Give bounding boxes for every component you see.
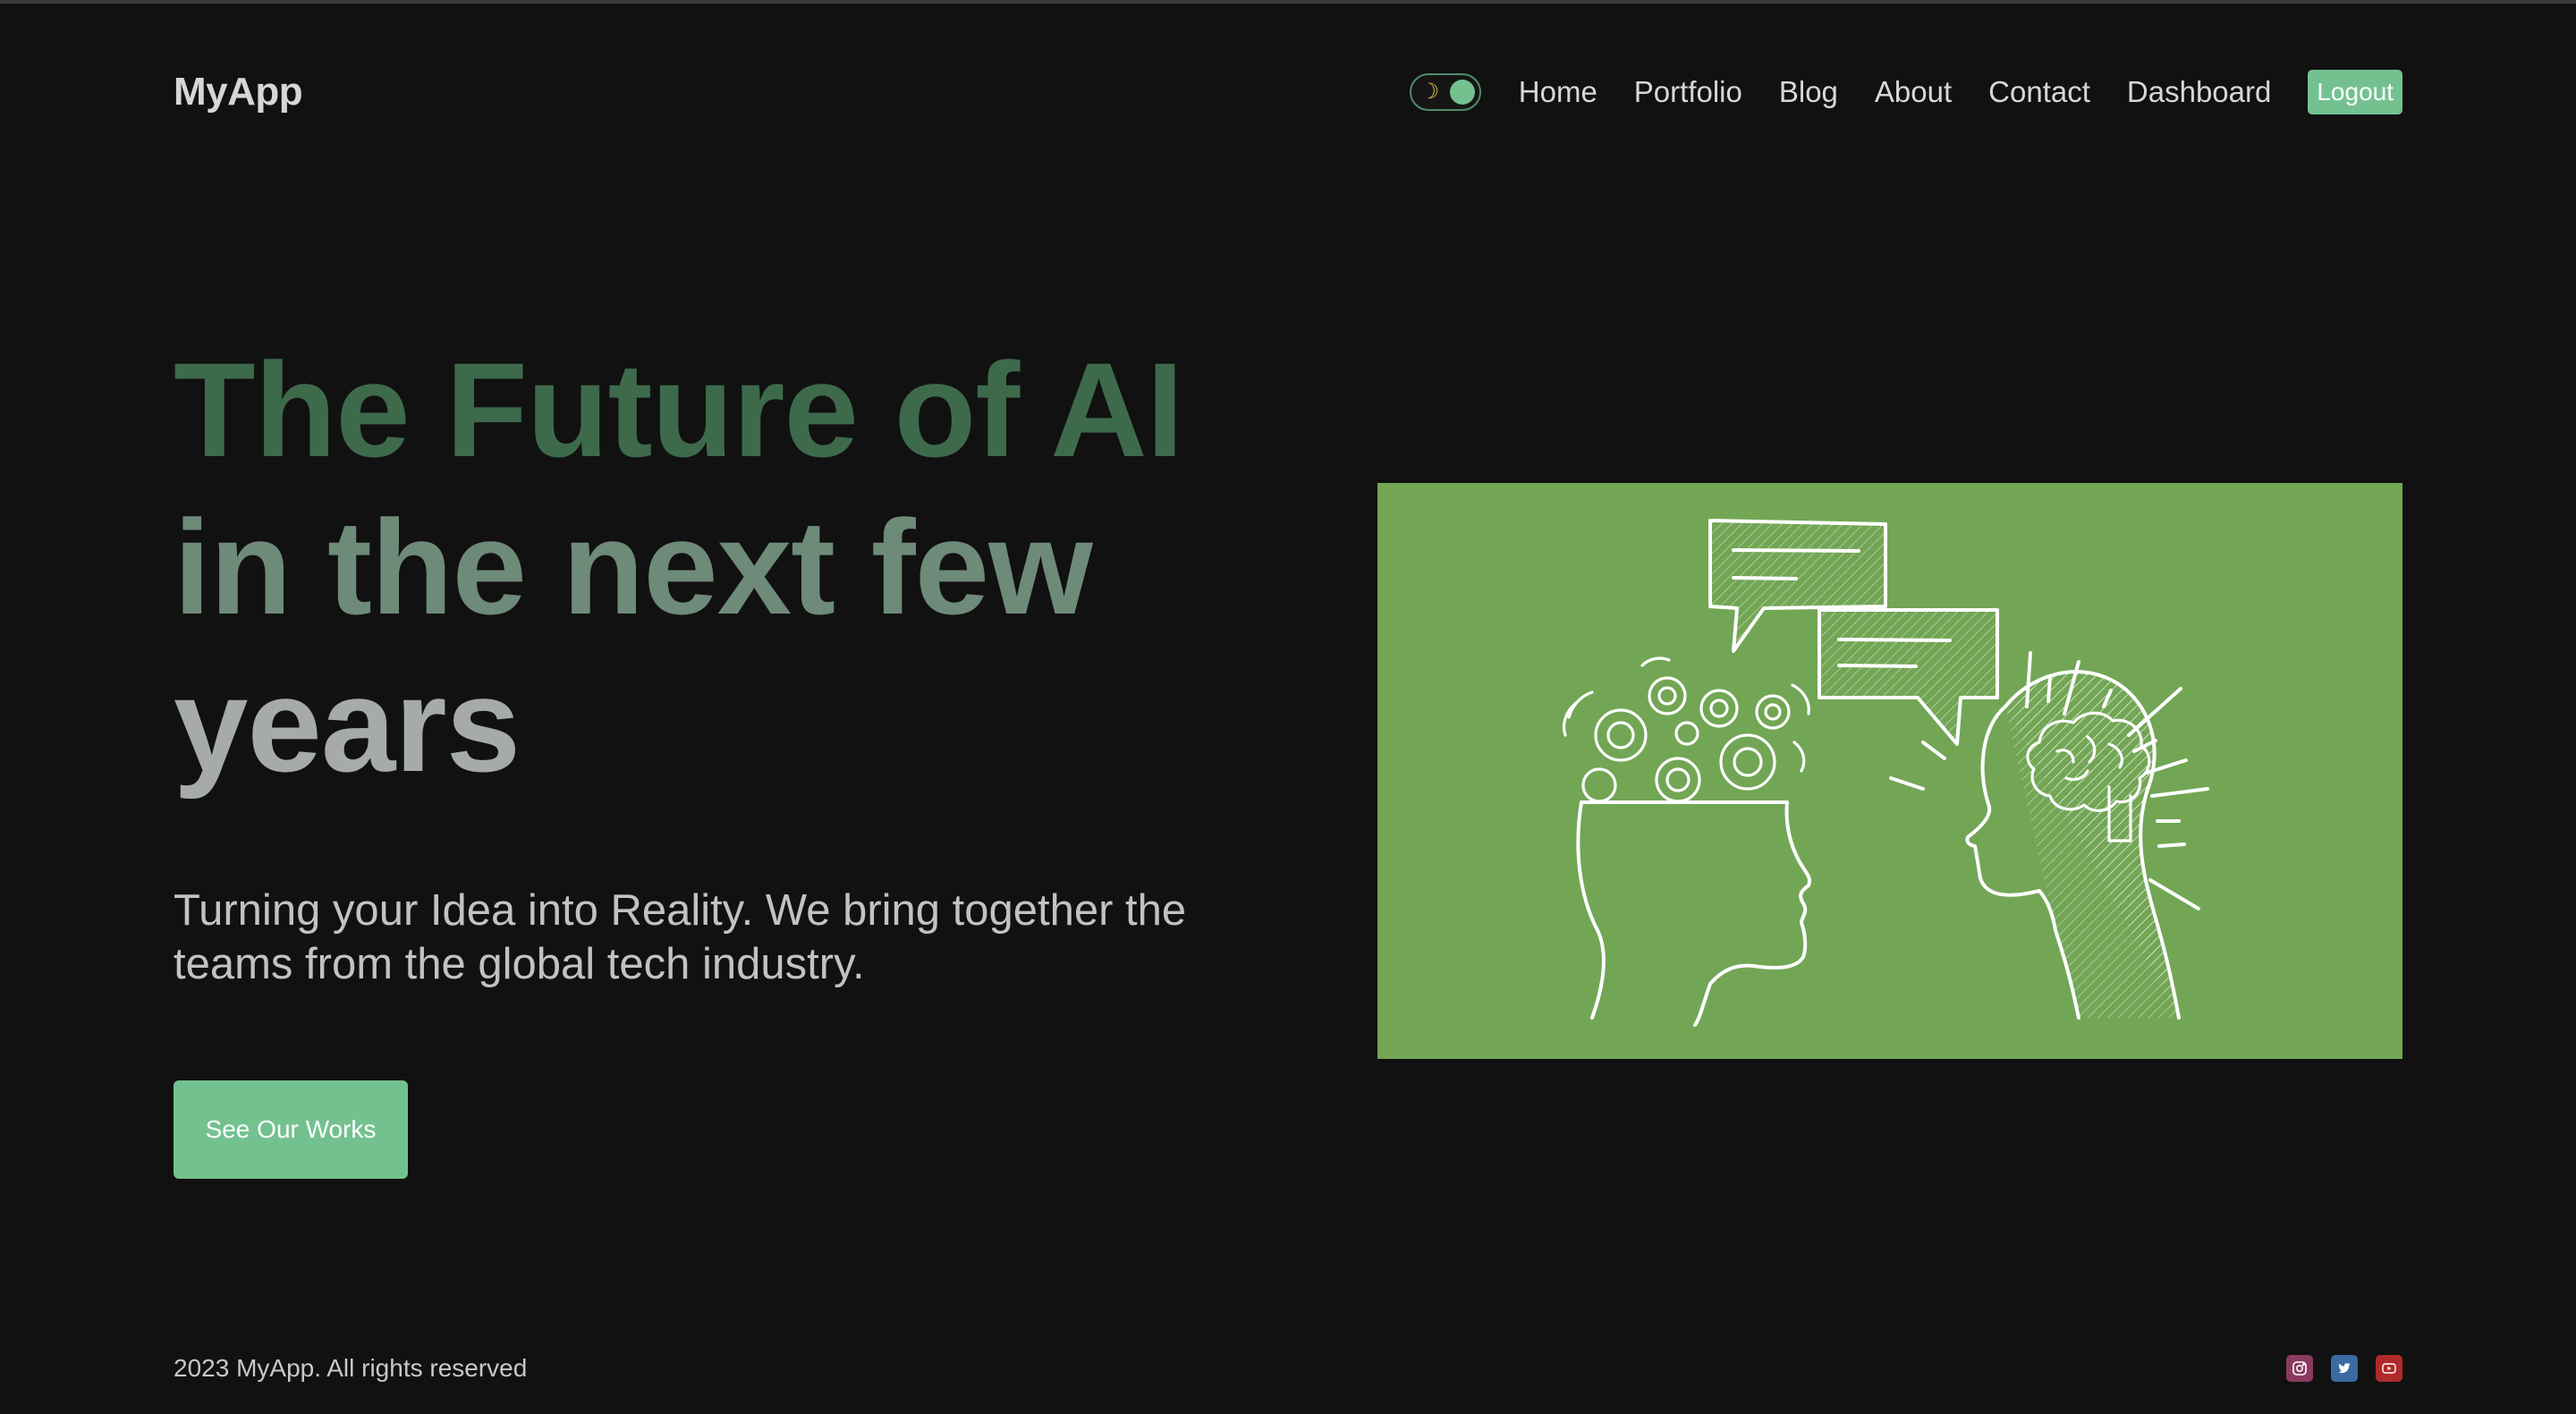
window-top-border <box>0 0 2576 4</box>
instagram-icon[interactable] <box>2286 1355 2313 1382</box>
theme-toggle[interactable]: ☽ <box>1409 73 1481 111</box>
nav-menu: ☽ Home Portfolio Blog About Contact Dash… <box>1409 70 2402 114</box>
hero-subtitle: Turning your Idea into Reality. We bring… <box>174 886 1187 988</box>
navbar: MyApp ☽ Home Portfolio Blog About Contac… <box>174 68 2402 116</box>
app-logo[interactable]: MyApp <box>174 70 303 114</box>
moon-icon: ☽ <box>1419 80 1440 104</box>
nav-link-dashboard[interactable]: Dashboard <box>2127 75 2271 109</box>
hero-title: The Future of AI in the next few years <box>174 331 1426 803</box>
hero-title-line-3: years <box>174 649 521 800</box>
nav-link-home[interactable]: Home <box>1519 75 1597 109</box>
footer-copyright: 2023 MyApp. All rights reserved <box>174 1354 528 1382</box>
nav-link-portfolio[interactable]: Portfolio <box>1634 75 1742 109</box>
nav-link-blog[interactable]: Blog <box>1779 75 1838 109</box>
toggle-knob <box>1449 80 1475 105</box>
nav-link-contact[interactable]: Contact <box>1988 75 2090 109</box>
youtube-icon[interactable] <box>2376 1355 2402 1382</box>
twitter-icon[interactable] <box>2331 1355 2358 1382</box>
see-our-works-button[interactable]: See Our Works <box>174 1080 408 1179</box>
hero-title-line-2: in the next few <box>174 492 1093 642</box>
ai-heads-illustration <box>1377 483 2402 1059</box>
page: MyApp ☽ Home Portfolio Blog About Contac… <box>0 0 2576 1414</box>
hero-title-line-1: The Future of AI <box>174 334 1183 485</box>
logout-button[interactable]: Logout <box>2308 70 2402 114</box>
nav-link-about[interactable]: About <box>1875 75 1952 109</box>
